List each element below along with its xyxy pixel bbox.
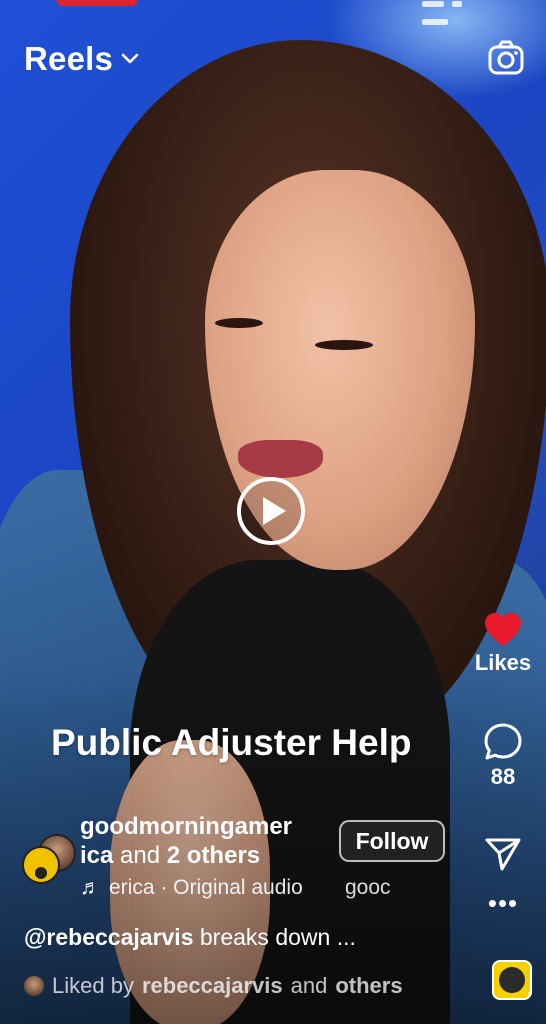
author-avatars[interactable]: [22, 834, 76, 886]
comment-button[interactable]: 88: [460, 722, 546, 790]
more-button[interactable]: •••: [460, 888, 546, 918]
likes-label: Likes: [474, 650, 532, 675]
audio-ticker-text: gooc: [345, 876, 391, 899]
author-name[interactable]: goodmorningamer ica and 2 others: [80, 812, 330, 870]
play-icon[interactable]: [236, 476, 306, 546]
liked-and: and: [290, 973, 328, 998]
avatar-logo: [35, 867, 47, 879]
like-button[interactable]: Likes: [460, 612, 546, 676]
author-name-line1: goodmorningamer: [80, 813, 293, 840]
audio-thumbnail-disc: [499, 967, 525, 993]
avatar: [24, 976, 44, 996]
status-icons: [422, 0, 502, 25]
caption-handle[interactable]: @rebeccajarvis: [24, 924, 194, 950]
reels-title[interactable]: Reels: [24, 40, 139, 78]
audio-text: erica · Original audio: [109, 876, 303, 899]
avatar: [22, 846, 60, 884]
status-recording-indicator: [56, 0, 138, 6]
audio-ticker: gooc: [345, 876, 391, 900]
audio-info[interactable]: ♬ erica · Original audio: [80, 876, 303, 900]
liked-by[interactable]: Liked by rebeccajarvis and others: [24, 973, 403, 999]
caption-text: breaks down ...: [199, 924, 356, 950]
caption[interactable]: @rebeccajarvis breaks down ...: [24, 924, 356, 951]
author-name-line2: ica: [80, 842, 114, 869]
audio-thumbnail[interactable]: ♫: [492, 960, 532, 1000]
chevron-down-icon: [121, 53, 139, 65]
comment-icon: [460, 722, 546, 762]
liked-user[interactable]: rebeccajarvis: [142, 973, 283, 999]
more-icon: •••: [487, 888, 519, 918]
share-icon: [460, 836, 546, 872]
video-text-overlay: Public Adjuster Help: [51, 722, 412, 763]
author-others: 2 others: [166, 842, 261, 869]
video-eye: [315, 340, 373, 350]
liked-others[interactable]: others: [335, 973, 402, 999]
music-note-icon: ♬: [80, 876, 101, 899]
heart-icon: [460, 612, 546, 648]
reels-title-label: Reels: [24, 40, 114, 77]
comments-count: 88: [490, 764, 516, 789]
video-mouth: [238, 440, 323, 478]
liked-prefix: Liked by: [52, 973, 134, 998]
follow-button[interactable]: Follow: [339, 820, 445, 862]
video-eye: [215, 318, 263, 328]
camera-icon[interactable]: [488, 40, 524, 76]
author-and: and: [120, 842, 161, 869]
share-button[interactable]: [460, 836, 546, 872]
